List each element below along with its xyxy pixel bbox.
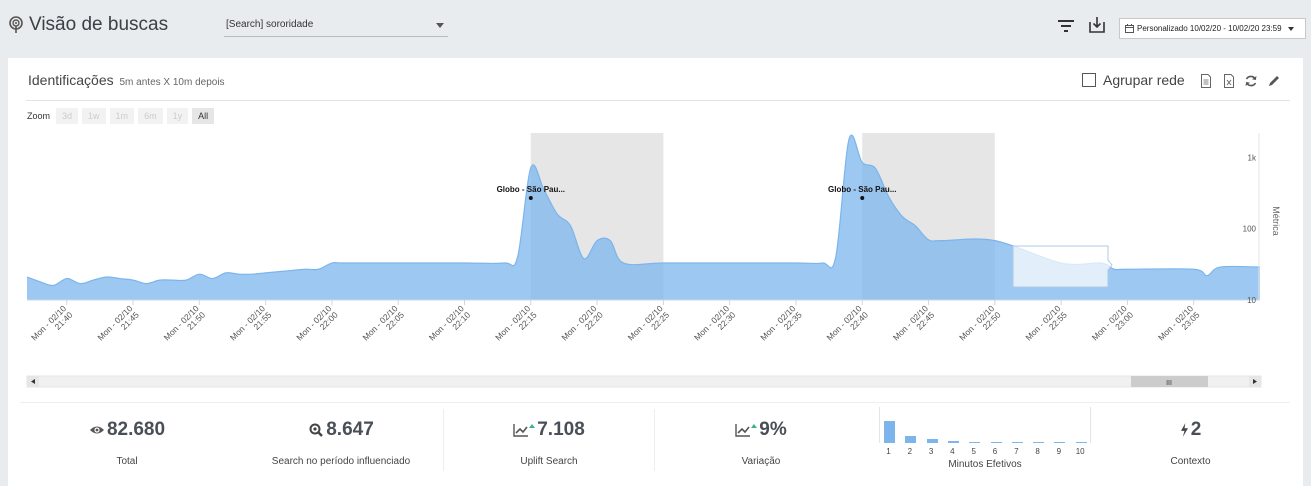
stat-search-influenciado-value: 8.647 [234,419,448,441]
stat-variacao-label: Variação [741,456,781,467]
x-axis-ticks: Mon - 02/1021:40 Mon - 02/1021:45 Mon - 02… [29,300,1202,349]
histogram-bar [969,441,981,443]
stat-total-value: 82.680 [20,419,234,441]
download-icon[interactable] [1088,16,1106,34]
stat-search-influenciado: 8.647 Search no período influenciado [234,403,448,486]
stat-variacao-number: 9% [759,419,787,440]
identificacoes-card: Identificações 5m antes X 10m depois Agr… [8,58,1303,486]
chevron-down-icon [436,23,444,28]
x-tick-label: Mon - 02/1023:05 [1156,303,1202,349]
stat-uplift-search-value: 7.108 [444,419,654,441]
x-tick-label: Mon - 02/1022:35 [758,303,804,349]
stat-search-influenciado-label: Search no período influenciado [271,456,411,467]
x-tick-label: Mon - 02/1022:50 [957,303,1003,349]
histogram-label: 8 [1035,447,1040,456]
x-tick-label: Mon - 02/1021:45 [95,303,141,349]
stat-uplift-search: 7.108 Uplift Search [444,403,654,486]
histogram-caption: Minutos Efetivos [948,459,1022,470]
x-tick-label: Mon - 02/1022:40 [825,303,871,349]
search-select-value: [Search] sororidade [226,19,314,30]
histogram-label: 4 [950,447,955,456]
stat-search-influenciado-number: 8.647 [326,419,374,440]
stat-uplift-search-label: Uplift Search [520,456,578,467]
histogram-bar [1011,442,1023,443]
identificacoes-chart: Mon - 02/1021:40 Mon - 02/1021:45 Mon - 02… [26,133,1281,388]
x-tick-label: Mon - 02/1022:25 [626,303,672,349]
histogram-bar [1075,442,1087,443]
search-select[interactable]: [Search] sororidade [224,15,448,37]
histogram-label: 10 [1075,447,1085,456]
y-tick-label: 1k [1248,153,1257,162]
stats-row: 82.680 Total 8.647 Search no período inf… [20,402,1290,486]
page-title-text: Visão de buscas [29,14,169,35]
x-tick-label: Mon - 02/1022:20 [559,303,605,349]
date-range-picker[interactable]: Personalizado 10/02/20 - 10/02/20 23:59 [1119,18,1306,39]
x-tick-label: Mon - 02/1022:10 [427,303,473,349]
annotation-point [528,195,533,200]
x-tick-label: Mon - 02/1021:50 [162,303,208,349]
stat-variacao-value: 9% [655,419,867,441]
histogram-bar [947,441,959,443]
scrollbar-track[interactable] [26,375,1262,388]
chevron-down-icon [1287,26,1294,31]
stat-total-number: 82.680 [106,419,166,440]
x-tick-label: Mon - 02/1022:15 [493,303,539,349]
y-tick-label: 10 [1247,296,1256,305]
date-range-label: Personalizado 10/02/20 - 10/02/20 23:59 [1137,24,1282,33]
broadcast-icon [9,16,23,33]
x-tick-label: Mon - 02/1022:45 [891,303,937,349]
annotation-label: Globo - São Pau... [828,185,896,194]
x-tick-label: Mon - 02/1022:55 [1023,303,1069,349]
minutos-efetivos-histogram: 1 2 3 4 5 6 7 8 9 10 Minutos Efetivos [879,407,1091,486]
bolt-icon [1180,423,1188,437]
x-tick-label: Mon - 02/1022:30 [692,303,738,349]
stat-total: 82.680 Total [20,403,234,486]
histogram-bar [884,421,895,443]
stat-contexto-label: Contexto [1170,456,1211,467]
histogram-label: 3 [928,447,934,456]
histogram-label: 5 [971,447,976,456]
page-title: Visão de buscas [8,14,168,36]
histogram-label: 9 [1056,447,1062,456]
x-tick-label: Mon - 02/1023:00 [1090,303,1136,349]
annotation-label: Globo - São Pau... [497,185,565,194]
x-tick-label: Mon - 02/1021:40 [29,303,75,349]
stat-contexto: 2 Contexto [1091,403,1290,486]
top-bar: Visão de buscas [Search] sororidade Pers… [0,0,1311,56]
annotation-point [860,195,865,200]
trend-up-icon [513,424,536,437]
histogram-bar [926,438,938,443]
y-axis-title: Métrica [1271,206,1281,236]
histogram-bar [1033,442,1045,443]
stat-contexto-value: 2 [1091,419,1290,441]
trend-up-icon [735,424,758,437]
stat-variacao: 9% Variação [655,403,867,486]
filter-icon[interactable] [1057,18,1075,34]
tooltip-box [1012,245,1113,288]
histogram-label: 2 [907,447,913,456]
calendar-icon [1125,24,1134,33]
eye-icon [89,426,104,434]
x-tick-label: Mon - 02/1021:55 [228,303,274,349]
histogram-label: 7 [1014,447,1019,456]
histogram-bar [1054,442,1066,443]
stat-total-label: Total [116,456,138,467]
histogram-bars [879,407,1091,443]
stat-contexto-number: 2 [1190,419,1202,440]
stat-uplift-search-number: 7.108 [537,419,585,440]
scrollbar-grip: III [1166,380,1172,387]
histogram-label: 1 [886,447,891,456]
y-tick-label: 100 [1243,225,1257,234]
search-zoom-icon [309,423,324,437]
x-tick-label: Mon - 02/1022:00 [294,303,340,349]
histogram-bar [905,436,917,443]
x-tick-label: Mon - 02/1022:05 [360,303,406,349]
histogram-label: 6 [992,447,998,456]
histogram-bar [990,442,1002,443]
histogram-labels: 1 2 3 4 5 6 7 8 9 10 [879,447,1091,457]
